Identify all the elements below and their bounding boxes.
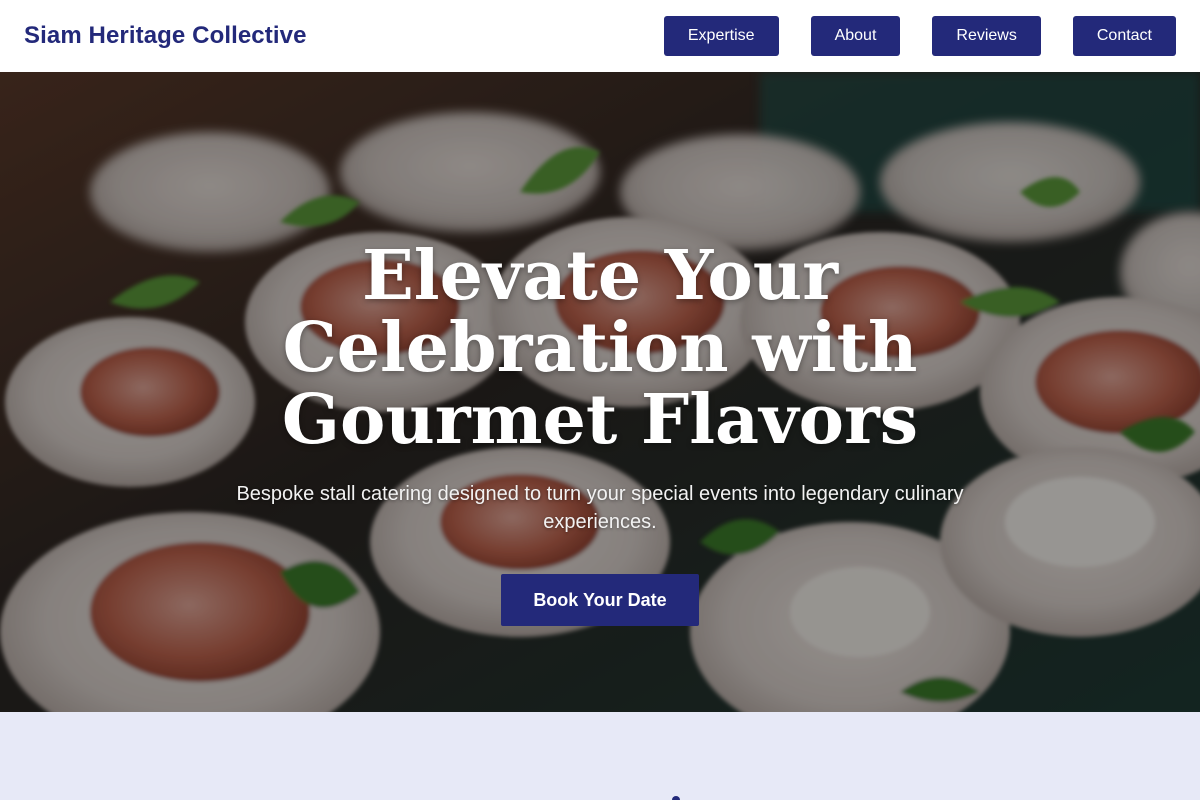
- hero-subtitle: Bespoke stall catering designed to turn …: [236, 483, 964, 533]
- next-section: [0, 712, 1200, 800]
- section-heading-fragment: [672, 796, 680, 800]
- site-header: Siam Heritage Collective Expertise About…: [0, 0, 1200, 72]
- nav-contact-button[interactable]: Contact: [1072, 16, 1176, 56]
- brand-logo[interactable]: Siam Heritage Collective: [24, 22, 307, 50]
- hero-section: Elevate Your Celebration with Gourmet Fl…: [0, 72, 1200, 712]
- main-nav: Expertise About Reviews Contact: [663, 16, 1176, 56]
- nav-about-button[interactable]: About: [810, 16, 901, 56]
- hero-title: Elevate Your Celebration with Gourmet Fl…: [281, 236, 919, 460]
- hero-content: Elevate Your Celebration with Gourmet Fl…: [0, 72, 1200, 712]
- nav-reviews-button[interactable]: Reviews: [932, 16, 1041, 56]
- book-your-date-button[interactable]: Book Your Date: [501, 574, 699, 626]
- nav-expertise-button[interactable]: Expertise: [663, 16, 779, 56]
